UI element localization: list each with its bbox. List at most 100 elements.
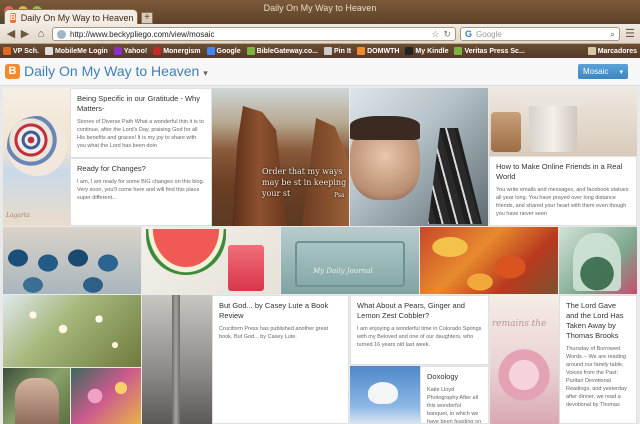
bookmark-item[interactable]: DOMWTH (357, 47, 399, 55)
bookmark-label: Google (216, 47, 241, 55)
post-excerpt: Katie Lloyd Photography After all this w… (427, 387, 482, 424)
forward-icon[interactable]: ▶ (17, 27, 33, 41)
post-card-pears[interactable]: What About a Pears, Ginger and Lemon Zes… (350, 295, 489, 365)
bookmark-item[interactable]: Marcadores (587, 47, 637, 55)
leaf-overlay (420, 227, 558, 294)
home-icon[interactable]: ⌂ (33, 27, 49, 41)
bookmark-item[interactable]: VP Sch. (3, 47, 39, 55)
coffee-cup-lid (525, 96, 581, 106)
reload-icon[interactable]: ↻ (443, 29, 451, 40)
search-input[interactable]: Google (476, 30, 606, 39)
url-bar[interactable]: http://www.beckypliego.com/view/mosaic ☆… (52, 27, 456, 41)
post-excerpt: I am enjoying a wonderful time in Colora… (357, 326, 482, 348)
bookmark-item[interactable]: Monergism (153, 47, 201, 55)
post-title[interactable]: How to Make Online Friends in a Real Wor… (496, 162, 630, 182)
post-image-book-cover[interactable] (142, 295, 212, 424)
blog-title-text[interactable]: Daily On My Way to Heaven (24, 63, 199, 79)
blog-title-dropdown-icon[interactable]: ▾ (203, 68, 208, 78)
post-title[interactable]: Being Specific in our Gratitude - Why Ma… (77, 94, 205, 114)
watermelon-slice (146, 229, 226, 275)
post-image-terrarium[interactable] (559, 227, 637, 294)
menu-icon[interactable]: ☰ (622, 27, 638, 41)
blossom-branch (3, 295, 141, 367)
post-title[interactable]: What About a Pears, Ginger and Lemon Zes… (357, 301, 482, 321)
post-image-pottery[interactable] (3, 227, 141, 294)
post-image-cake[interactable]: Lagarta (3, 88, 70, 226)
post-card-online-friends[interactable]: How to Make Online Friends in a Real Wor… (489, 156, 637, 226)
view-mode-button[interactable]: Mosaic ▾ (578, 64, 628, 79)
post-image-autumn-leaves[interactable] (420, 227, 558, 294)
google-search-icon[interactable]: G (465, 29, 472, 39)
blogger-icon: B (10, 12, 16, 23)
post-excerpt: You write emails and messages, and faceb… (496, 187, 629, 217)
post-excerpt: Thursday of Borrowed Words.-- We are rea… (566, 346, 627, 408)
post-excerpt: Stones of Diverse Path What a wonderful … (77, 119, 204, 149)
bookmark-label: Yahoo! (123, 47, 148, 55)
chevron-down-icon: ▾ (619, 68, 623, 76)
boy-hair (350, 116, 420, 140)
navigation-bar: ◀ ▶ ⌂ http://www.beckypliego.com/view/mo… (0, 24, 640, 44)
post-card-changes[interactable]: Ready for Changes? I am, I am ready for … (70, 158, 212, 226)
post-image-bagpiper[interactable] (350, 88, 488, 226)
quote-attribution: Psa (334, 192, 345, 199)
new-tab-button[interactable]: + (141, 12, 153, 24)
bookmarks-folder-icon (587, 47, 596, 55)
url-text[interactable]: http://www.beckypliego.com/view/mosaic (70, 30, 427, 39)
pottery-bowls (3, 233, 141, 294)
globe-icon (57, 29, 66, 39)
biblegateway-icon (246, 47, 255, 55)
veritas-icon (454, 47, 463, 55)
book-spine (172, 295, 180, 424)
post-image-bird[interactable] (350, 366, 420, 424)
bookmark-item[interactable]: Google (206, 47, 241, 55)
post-image-flowers[interactable] (71, 368, 141, 424)
blog-title[interactable]: Daily On My Way to Heaven ▾ (24, 63, 208, 79)
journal-box (295, 241, 405, 287)
bookmark-label: Pin It (334, 47, 352, 55)
post-title[interactable]: The Lord Gave and the Lord Has Taken Awa… (566, 301, 630, 341)
post-image-watermelon[interactable] (142, 227, 280, 294)
bookmark-item[interactable]: BibleGateway.co... (246, 47, 318, 55)
bookmark-item[interactable]: Veritas Press Sc... (454, 47, 525, 55)
bookmark-item[interactable]: MobileMe Login (44, 47, 108, 55)
coffee-drink (491, 112, 521, 152)
post-card-lord-gave[interactable]: The Lord Gave and the Lord Has Taken Awa… (559, 295, 637, 424)
post-image-coffee[interactable] (489, 88, 637, 156)
bookmark-item[interactable]: My Kindle (405, 47, 448, 55)
post-image-family-hug[interactable] (3, 368, 70, 424)
post-title[interactable]: Ready for Changes? (77, 164, 205, 174)
post-title[interactable]: But God... by Casey Lute a Book Review (219, 301, 342, 321)
bagpipe-drones (428, 128, 482, 224)
pink-blossom (494, 345, 554, 405)
people-figures (15, 378, 59, 424)
post-image-blossoms[interactable] (3, 295, 141, 367)
bookmark-item[interactable]: Yahoo! (113, 47, 148, 55)
tab-active[interactable]: B Daily On My Way to Heaven (4, 9, 138, 25)
browser-window: Daily On My Way to Heaven B Daily On My … (0, 0, 640, 424)
bookmark-label: Veritas Press Sc... (464, 47, 525, 55)
post-image-pink-flowers[interactable]: remains the (490, 295, 559, 424)
blog-header: B Daily On My Way to Heaven ▾ Mosaic ▾ (0, 58, 640, 86)
terrarium-glass (573, 233, 621, 291)
post-excerpt: Cruciform Press has published another gr… (219, 326, 329, 340)
post-image-rocks[interactable]: Order that my ways may be st in keeping … (212, 88, 349, 226)
coffee-cup (529, 102, 577, 152)
search-bar[interactable]: G Google ⌕ (460, 27, 620, 41)
post-image-journal[interactable]: My Daily Journal (281, 227, 419, 294)
tab-bar: Daily On My Way to Heaven B Daily On My … (0, 0, 640, 25)
google-icon (206, 47, 215, 55)
post-card-gratitude[interactable]: Being Specific in our Gratitude - Why Ma… (70, 88, 212, 158)
star-icon[interactable]: ☆ (431, 29, 439, 40)
post-title[interactable]: Doxology (427, 372, 482, 382)
bookmark-item[interactable]: Pin It (324, 47, 351, 55)
bookmark-label: BibleGateway.co... (256, 47, 318, 55)
bookmark-label: MobileMe Login (54, 47, 108, 55)
mosaic-grid: Lagarta Being Specific in our Gratitude … (0, 86, 640, 424)
bookmark-label: My Kindle (415, 47, 449, 55)
post-card-but-god[interactable]: But God... by Casey Lute a Book Review C… (212, 295, 349, 424)
blogger-logo-icon[interactable]: B (5, 64, 20, 79)
search-icon[interactable]: ⌕ (610, 29, 615, 40)
flower-petals (71, 368, 141, 424)
post-card-doxology[interactable]: Doxology Katie Lloyd Photography After a… (420, 366, 489, 424)
kindle-icon (405, 47, 414, 55)
